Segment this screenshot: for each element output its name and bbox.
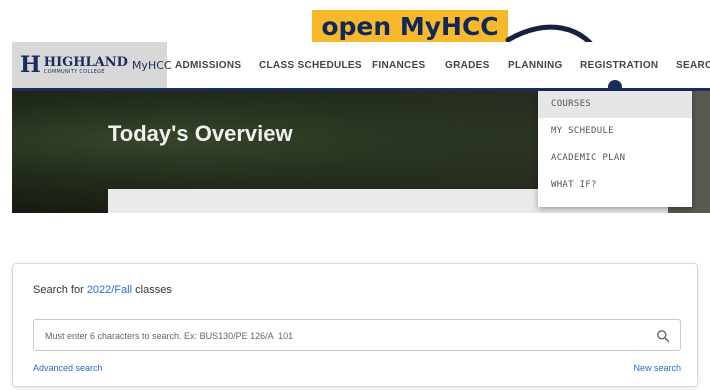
college-logo[interactable]: H HIGHLAND COMMUNITY COLLEGE MyHCC	[12, 42, 172, 88]
menu-item-what-if[interactable]: WHAT IF?	[538, 172, 692, 199]
top-navbar: H HIGHLAND COMMUNITY COLLEGE MyHCC ADMIS…	[12, 42, 710, 91]
app-frame: H HIGHLAND COMMUNITY COLLEGE MyHCC ADMIS…	[12, 42, 710, 213]
nav-grades[interactable]: GRADES	[445, 60, 490, 71]
search-box	[33, 319, 681, 352]
nav-registration[interactable]: REGISTRATION	[580, 60, 658, 71]
logo-product: MyHCC	[131, 58, 172, 72]
nav-finances[interactable]: FINANCES	[372, 60, 426, 71]
term-link[interactable]: 2022/Fall	[87, 284, 132, 296]
logo-words: HIGHLAND COMMUNITY COLLEGE	[44, 56, 128, 75]
logo-letter: H	[20, 52, 41, 78]
menu-item-academic-plan[interactable]: ACADEMIC PLAN	[538, 145, 692, 172]
nav-planning[interactable]: PLANNING	[508, 60, 563, 71]
search-icon[interactable]	[656, 329, 670, 343]
nav-admissions[interactable]: ADMISSIONS	[175, 60, 241, 71]
registration-dropdown: COURSES MY SCHEDULE ACADEMIC PLAN WHAT I…	[538, 91, 692, 207]
menu-item-courses[interactable]: COURSES	[538, 91, 692, 118]
menu-item-my-schedule[interactable]: MY SCHEDULE	[538, 118, 692, 145]
callout-label: open MyHCC	[312, 10, 508, 44]
nav-search[interactable]: SEARCH	[676, 60, 710, 71]
logo-word: HIGHLAND	[43, 54, 128, 70]
search-input[interactable]	[34, 320, 647, 352]
new-search-link[interactable]: New search	[633, 363, 681, 373]
search-heading-prefix: Search for	[33, 284, 84, 296]
class-search-card: Search for 2022/Fall classes Advanced se…	[12, 263, 698, 387]
advanced-search-link[interactable]: Advanced search	[33, 363, 103, 373]
search-heading: Search for 2022/Fall classes	[33, 284, 172, 296]
nav-class-schedules[interactable]: CLASS SCHEDULES	[259, 60, 362, 71]
search-heading-suffix: classes	[135, 284, 172, 296]
logo-subword: COMMUNITY COLLEGE	[43, 68, 105, 75]
page-title: Today's Overview	[108, 121, 293, 146]
